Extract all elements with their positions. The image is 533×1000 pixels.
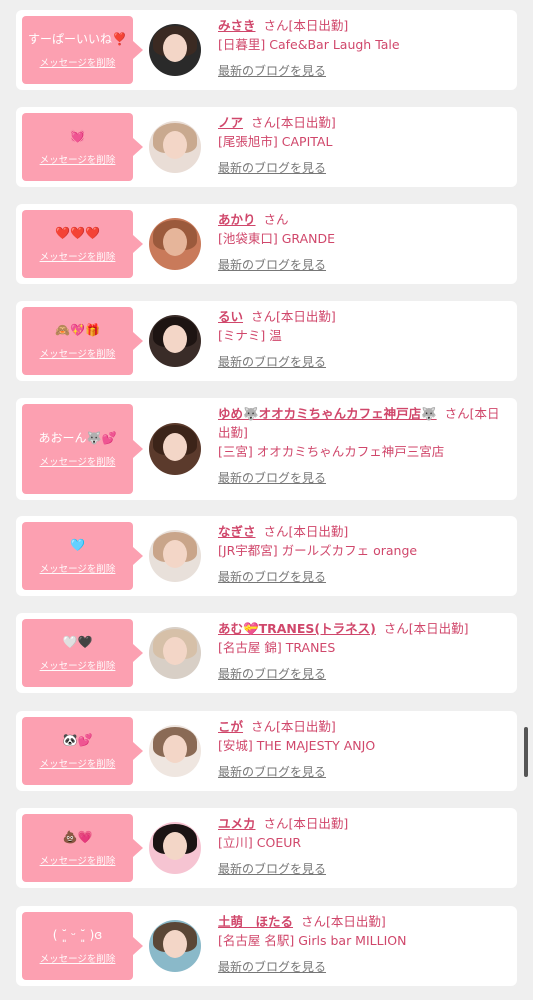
scrollbar[interactable]: [524, 727, 528, 777]
avatar[interactable]: [149, 315, 201, 367]
shop-info: [ミナミ] 温: [218, 328, 282, 343]
status-text: [本日出勤]: [288, 18, 349, 33]
message-card: ( ˘͈ ᵕ ˘͈ )ɞ メッセージを削除 土萌 ほたる さん[本日出勤] [名…: [16, 906, 517, 986]
shop-info: [安城] THE MAJESTY ANJO: [218, 738, 376, 753]
message-text: 🩵: [70, 538, 85, 552]
message-bubble: ( ˘͈ ᵕ ˘͈ )ɞ メッセージを削除: [22, 912, 143, 980]
latest-blog-link[interactable]: 最新のブログを見る: [218, 860, 326, 879]
girl-name-link[interactable]: こが: [218, 719, 243, 734]
latest-blog-link[interactable]: 最新のブログを見る: [218, 568, 326, 587]
message-bubble: 🤍🖤 メッセージを削除: [22, 619, 143, 687]
status-text: [本日出勤]: [275, 115, 336, 130]
girl-name-link[interactable]: みさき: [218, 18, 256, 33]
girl-name-link[interactable]: なぎさ: [218, 524, 256, 539]
message-card: 🐼💕 メッセージを削除 こが さん[本日出勤] [安城] THE MAJESTY…: [16, 711, 517, 791]
shop-info: [尾張旭市] CAPITAL: [218, 134, 333, 149]
message-card: 💓 メッセージを削除 ノア さん[本日出勤] [尾張旭市] CAPITAL 最新…: [16, 107, 517, 187]
avatar[interactable]: [149, 822, 201, 874]
shop-info: [名古屋 名駅] Girls bar MILLION: [218, 933, 407, 948]
message-text: あおーん🐺💕: [38, 431, 117, 445]
message-bubble: 💩💗 メッセージを削除: [22, 814, 143, 882]
message-bubble: 🐼💕 メッセージを削除: [22, 717, 143, 785]
girl-name-link[interactable]: るい: [218, 309, 243, 324]
latest-blog-link[interactable]: 最新のブログを見る: [218, 256, 326, 275]
avatar[interactable]: [149, 627, 201, 679]
girl-name-link[interactable]: ゆめ🐺オオカミちゃんカフェ神戸店🐺: [218, 406, 437, 421]
delete-message-link[interactable]: メッセージを削除: [40, 756, 116, 770]
status-text: [本日出勤]: [325, 914, 386, 929]
message-bubble: ❤️❤️❤️ メッセージを削除: [22, 210, 143, 278]
avatar[interactable]: [149, 121, 201, 173]
avatar[interactable]: [149, 24, 201, 76]
delete-message-link[interactable]: メッセージを削除: [40, 454, 116, 468]
message-text: 🙈💖🎁: [55, 323, 100, 337]
message-text: ( ˘͈ ᵕ ˘͈ )ɞ: [52, 928, 103, 942]
girl-name-link[interactable]: あむ💝TRANES(トラネス): [218, 621, 376, 636]
delete-message-link[interactable]: メッセージを削除: [40, 853, 116, 867]
girl-name-link[interactable]: ノア: [218, 115, 243, 130]
shop-info: [立川] COEUR: [218, 835, 302, 850]
delete-message-link[interactable]: メッセージを削除: [40, 951, 116, 965]
avatar[interactable]: [149, 920, 201, 972]
shop-info: [JR宇都宮] ガールズカフェ orange: [218, 543, 418, 558]
delete-message-link[interactable]: メッセージを削除: [40, 658, 116, 672]
latest-blog-link[interactable]: 最新のブログを見る: [218, 469, 326, 488]
message-card: 🤍🖤 メッセージを削除 あむ💝TRANES(トラネス) さん[本日出勤] [名古…: [16, 613, 517, 693]
message-text: すーぱーいいね❣️: [28, 32, 127, 46]
status-text: [本日出勤]: [275, 309, 336, 324]
girl-name-link[interactable]: 土萌 ほたる: [218, 914, 293, 929]
latest-blog-link[interactable]: 最新のブログを見る: [218, 958, 326, 977]
message-text: ❤️❤️❤️: [55, 226, 100, 240]
latest-blog-link[interactable]: 最新のブログを見る: [218, 159, 326, 178]
delete-message-link[interactable]: メッセージを削除: [40, 346, 116, 360]
message-card: ❤️❤️❤️ メッセージを削除 あかり さん [池袋東口] GRANDE 最新の…: [16, 204, 517, 284]
status-text: [本日出勤]: [408, 621, 469, 636]
delete-message-link[interactable]: メッセージを削除: [40, 561, 116, 575]
message-bubble: 🩵 メッセージを削除: [22, 522, 143, 590]
delete-message-link[interactable]: メッセージを削除: [40, 249, 116, 263]
message-text: 💩💗: [62, 830, 93, 844]
shop-info: [名古屋 錦] TRANES: [218, 640, 336, 655]
message-card: あおーん🐺💕 メッセージを削除 ゆめ🐺オオカミちゃんカフェ神戸店🐺 さん[本日出…: [16, 398, 517, 500]
girl-name-link[interactable]: ユメカ: [218, 816, 256, 831]
latest-blog-link[interactable]: 最新のブログを見る: [218, 763, 326, 782]
latest-blog-link[interactable]: 最新のブログを見る: [218, 62, 326, 81]
latest-blog-link[interactable]: 最新のブログを見る: [218, 353, 326, 372]
message-card: 🙈💖🎁 メッセージを削除 るい さん[本日出勤] [ミナミ] 温 最新のブログを…: [16, 301, 517, 381]
shop-info: [三宮] オオカミちゃんカフェ神戸三宮店: [218, 444, 445, 459]
message-text: 🤍🖤: [62, 635, 93, 649]
san-label: さん: [263, 18, 289, 33]
message-bubble: 🙈💖🎁 メッセージを削除: [22, 307, 143, 375]
message-bubble: あおーん🐺💕 メッセージを削除: [22, 404, 143, 494]
avatar[interactable]: [149, 530, 201, 582]
delete-message-link[interactable]: メッセージを削除: [40, 152, 116, 166]
message-bubble: すーぱーいいね❣️ メッセージを削除: [22, 16, 143, 84]
message-card: 🩵 メッセージを削除 なぎさ さん[本日出勤] [JR宇都宮] ガールズカフェ …: [16, 516, 517, 596]
avatar[interactable]: [149, 423, 201, 475]
status-text: [本日出勤]: [275, 719, 336, 734]
message-card: 💩💗 メッセージを削除 ユメカ さん[本日出勤] [立川] COEUR 最新のブ…: [16, 808, 517, 888]
message-text: 💓: [70, 129, 85, 143]
avatar[interactable]: [149, 218, 201, 270]
message-text: 🐼💕: [62, 733, 93, 747]
status-text: [本日出勤]: [288, 816, 349, 831]
message-card: すーぱーいいね❣️ メッセージを削除 みさき さん[本日出勤] [日暮里] Ca…: [16, 10, 517, 90]
shop-info: [日暮里] Cafe&Bar Laugh Tale: [218, 37, 400, 52]
girl-name-link[interactable]: あかり: [218, 212, 256, 227]
avatar[interactable]: [149, 725, 201, 777]
shop-info: [池袋東口] GRANDE: [218, 231, 336, 246]
message-bubble: 💓 メッセージを削除: [22, 113, 143, 181]
latest-blog-link[interactable]: 最新のブログを見る: [218, 665, 326, 684]
delete-message-link[interactable]: メッセージを削除: [40, 55, 116, 69]
status-text: [本日出勤]: [288, 524, 349, 539]
